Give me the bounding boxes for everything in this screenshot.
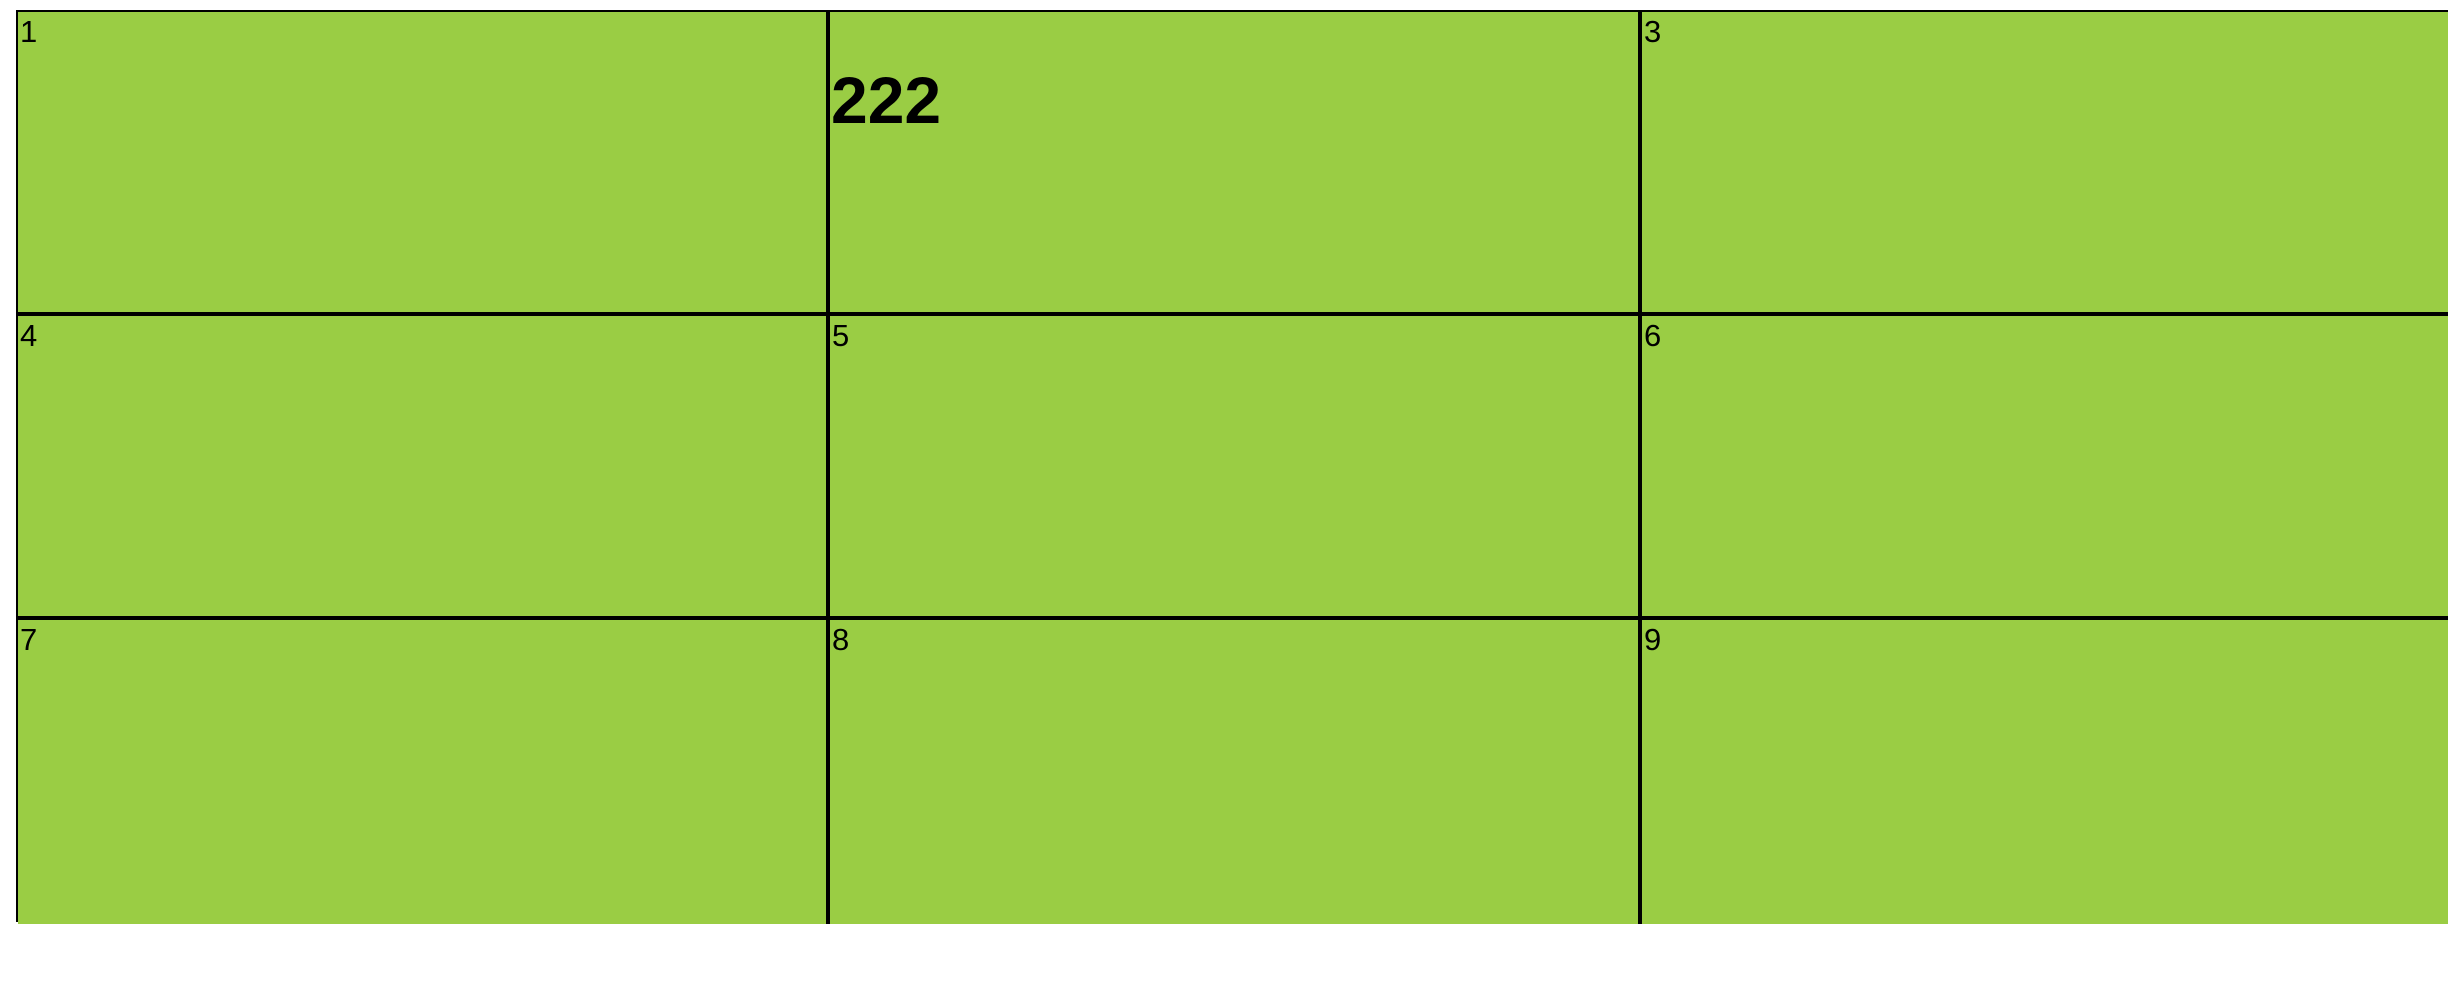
- cell-label-1: 1: [20, 14, 38, 49]
- cell-label-3: 3: [1644, 14, 1662, 49]
- grid-cell-1: 1: [18, 12, 830, 316]
- grid-cell-6: 6: [1642, 316, 2448, 620]
- cell-label-5: 5: [832, 318, 850, 353]
- grid-cell-3: 3: [1642, 12, 2448, 316]
- cell-label-8: 8: [832, 622, 850, 657]
- grid-container: 1 222 3 4 5 6 7 8 9: [16, 10, 2448, 924]
- cell-label-7: 7: [20, 622, 38, 657]
- cell-label-9: 9: [1644, 622, 1662, 657]
- grid-cell-7: 7: [18, 620, 830, 924]
- cell-label-4: 4: [20, 318, 38, 353]
- cell-label-6: 6: [1644, 318, 1662, 353]
- grid-cell-9: 9: [1642, 620, 2448, 924]
- grid-cell-2: 222: [830, 12, 1642, 316]
- grid-cell-8: 8: [830, 620, 1642, 924]
- grid-cell-4: 4: [18, 316, 830, 620]
- grid-cell-5: 5: [830, 316, 1642, 620]
- cell-heading-2: 222: [831, 63, 942, 137]
